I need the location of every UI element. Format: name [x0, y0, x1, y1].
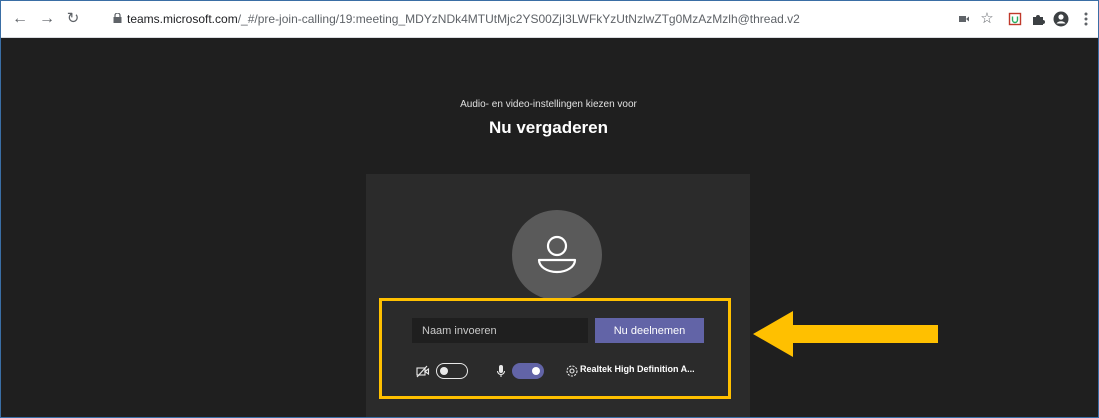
address-bar[interactable]: teams.microsoft.com/_#/pre-join-calling/… — [127, 12, 800, 26]
annotation-highlight-box — [379, 298, 731, 399]
reload-icon[interactable]: ↻ — [63, 9, 83, 29]
annotation-arrow-icon — [753, 311, 938, 357]
forward-icon[interactable]: → — [37, 9, 57, 29]
avatar — [512, 210, 602, 300]
shield-icon[interactable] — [1006, 10, 1024, 28]
prejoin-subtitle: Audio- en video-instellingen kiezen voor — [460, 99, 637, 110]
profile-icon[interactable] — [1052, 10, 1070, 28]
extensions-icon[interactable] — [1029, 10, 1047, 28]
menu-icon[interactable] — [1077, 10, 1095, 28]
meeting-title: Nu vergaderen — [488, 118, 609, 137]
camera-icon[interactable] — [955, 10, 973, 28]
lock-icon[interactable] — [113, 13, 122, 23]
browser-window: ← → ↻ teams.microsoft.com/_#/pre-join-ca… — [0, 0, 1099, 418]
browser-toolbar: ← → ↻ teams.microsoft.com/_#/pre-join-ca… — [1, 1, 1098, 38]
url-host: teams.microsoft.com — [127, 12, 238, 26]
person-icon — [537, 235, 577, 274]
star-icon[interactable]: ☆ — [978, 10, 996, 28]
back-icon[interactable]: ← — [10, 9, 30, 29]
url-path: /_#/pre-join-calling/19:meeting_MDYzNDk4… — [237, 12, 800, 26]
